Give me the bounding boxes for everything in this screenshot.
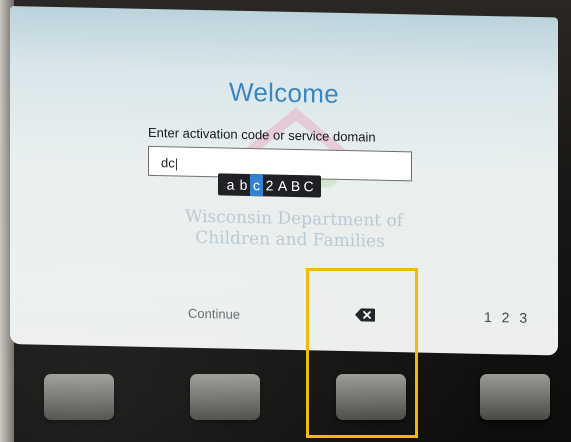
phone-device: Wisconsin Department of Children and Fam… (0, 0, 571, 442)
softkey-numeric-label[interactable]: 1 2 3 (484, 309, 530, 326)
hardware-softkey-2[interactable] (190, 374, 260, 420)
text-cursor (175, 158, 177, 171)
welcome-title: Welcome (229, 76, 339, 109)
hardware-softkey-4[interactable] (480, 374, 550, 420)
picker-char[interactable]: b (237, 174, 250, 196)
picker-char[interactable]: C (302, 175, 315, 197)
hardware-softkey-1[interactable] (44, 374, 114, 420)
picker-char[interactable]: 2 (263, 174, 276, 196)
picker-char[interactable]: c (250, 174, 263, 197)
softkey-continue-label[interactable]: Continue (188, 306, 240, 322)
phone-screen: Wisconsin Department of Children and Fam… (10, 6, 558, 356)
highlight-box (306, 268, 418, 438)
character-picker[interactable]: abc2ABC (218, 173, 321, 198)
input-value: dc (161, 155, 175, 171)
picker-char[interactable]: a (224, 173, 237, 195)
picker-char[interactable]: B (289, 175, 302, 197)
picker-char[interactable]: A (276, 175, 289, 197)
